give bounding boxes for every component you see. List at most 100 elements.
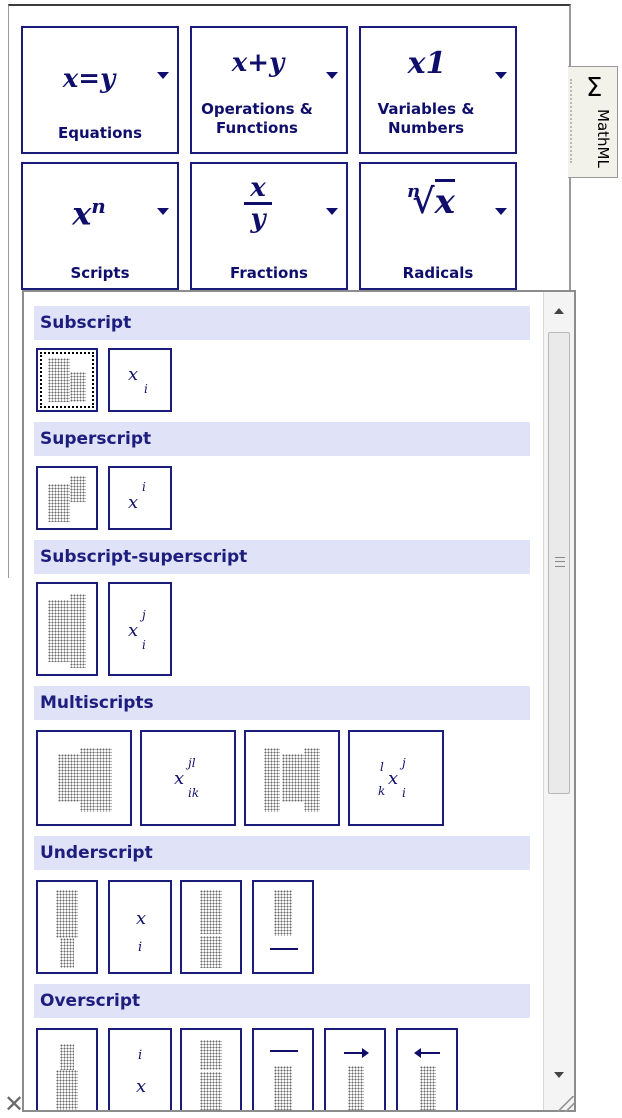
superscript-template-button[interactable] — [36, 466, 98, 530]
operations-functions-label: Operations & Functions — [201, 100, 313, 137]
fractions-button[interactable]: x y Fractions — [190, 162, 348, 290]
placeholder-box — [200, 890, 222, 934]
scripts-glyph-base: x — [72, 194, 92, 233]
placeholder-box — [48, 358, 70, 402]
overscript-template-button[interactable] — [36, 1028, 98, 1110]
left-arrow-over-template-button[interactable] — [396, 1028, 458, 1110]
base-x: x — [136, 1076, 147, 1097]
overbar-template-button[interactable] — [252, 1028, 314, 1110]
placeholder-box — [70, 372, 86, 402]
right-arrowhead-icon — [362, 1048, 369, 1058]
presup-l: l — [380, 760, 384, 774]
radicals-glyph: n√x — [361, 179, 493, 222]
placeholder-box — [200, 1072, 222, 1110]
sub-i: i — [144, 382, 148, 396]
grip-icon — [555, 557, 565, 567]
scroll-up-button[interactable] — [544, 296, 574, 326]
chevron-down-icon — [495, 72, 507, 79]
section-header-multiscripts: Multiscripts — [34, 686, 530, 720]
underbar-template-button[interactable] — [252, 880, 314, 974]
resize-grip-icon[interactable] — [558, 1096, 574, 1112]
section-header-subscript: Subscript — [34, 306, 530, 340]
section-header-superscript: Superscript — [34, 422, 530, 456]
variables-numbers-button[interactable]: x1 Variables & Numbers — [359, 26, 517, 154]
underbar-icon — [270, 948, 298, 950]
scrollbar-thumb[interactable] — [548, 332, 570, 794]
base-x: x — [128, 364, 139, 385]
placeholder-box — [420, 1066, 436, 1110]
subscript-example-button[interactable]: x i — [108, 348, 172, 412]
underscript-template-button[interactable] — [36, 880, 98, 974]
chevron-down-icon — [157, 72, 169, 79]
sigma-icon: Σ — [586, 73, 603, 103]
drag-grip-icon[interactable] — [570, 79, 586, 163]
base-x: x — [136, 908, 147, 929]
placeholder-box — [348, 1066, 364, 1110]
close-icon[interactable]: ✕ — [4, 1092, 24, 1116]
right-arrow-over-template-button[interactable] — [324, 1028, 386, 1110]
scripts-glyph: xn — [23, 194, 155, 233]
multiscripts-template-button[interactable] — [36, 730, 132, 826]
placeholder-box — [70, 476, 86, 502]
overbar-icon — [270, 1050, 298, 1052]
placeholder-box — [48, 484, 70, 522]
underscript-stacked-template-button[interactable] — [180, 880, 242, 974]
radical-index: n — [407, 180, 421, 202]
placeholder-box — [274, 1066, 292, 1110]
prescripts-template-button[interactable] — [244, 730, 340, 826]
placeholder-box — [70, 594, 86, 668]
chevron-up-icon — [554, 308, 564, 314]
prescripts-example-button[interactable]: l k x j i — [348, 730, 444, 826]
base-x: x — [128, 492, 139, 513]
sup-jl: jl — [188, 756, 196, 770]
presub-k: k — [378, 784, 386, 798]
placeholder-box — [304, 748, 320, 812]
section-header-underscript: Underscript — [34, 836, 530, 870]
subsup-example-button[interactable]: x j i — [108, 582, 172, 676]
left-arrowhead-icon — [414, 1048, 421, 1058]
mathml-tab[interactable]: Σ MathML — [568, 66, 618, 178]
superscript-example-button[interactable]: x i — [108, 466, 172, 530]
placeholder-box — [80, 748, 96, 812]
sub-i: i — [402, 786, 406, 800]
placeholder-box — [58, 754, 80, 802]
overscript-example-button[interactable]: i x — [108, 1028, 172, 1110]
fraction-numerator: x — [250, 173, 266, 203]
base-x: x — [388, 768, 399, 789]
scripts-glyph-sup: n — [91, 194, 106, 218]
chevron-down-icon — [554, 1072, 564, 1078]
scroll-down-button[interactable] — [544, 1060, 574, 1090]
sup-j: j — [142, 608, 146, 622]
subsup-template-button[interactable] — [36, 582, 98, 676]
subscript-template-button[interactable] — [36, 348, 98, 412]
section-header-overscript: Overscript — [34, 984, 530, 1018]
overscript-stacked-template-button[interactable] — [180, 1028, 242, 1110]
base-x: x — [174, 768, 185, 789]
operations-functions-button[interactable]: x+y Operations & Functions — [190, 26, 348, 154]
scripts-button[interactable]: xn Scripts — [21, 162, 179, 290]
left-arrow-icon — [418, 1052, 440, 1054]
vertical-scrollbar[interactable] — [543, 292, 574, 1110]
equations-label: Equations — [57, 124, 142, 142]
under-i: i — [138, 940, 143, 955]
underscript-example-button[interactable]: x i — [108, 880, 172, 974]
placeholder-box — [200, 936, 222, 968]
multiscripts-example-button[interactable]: x jl ik — [140, 730, 236, 826]
over-i: i — [138, 1048, 143, 1063]
base-x: x — [128, 620, 139, 641]
placeholder-box — [48, 600, 70, 662]
chevron-down-icon — [495, 208, 507, 215]
sub-i: i — [142, 638, 146, 652]
operations-glyph: x+y — [231, 48, 285, 78]
section-header-subscript-superscript: Subscript-superscript — [34, 540, 530, 574]
radicals-label: Radicals — [402, 264, 474, 282]
scripts-dropdown-panel: Subscript x i Superscript x i Subscript-… — [22, 290, 576, 1112]
placeholder-box — [282, 754, 304, 802]
radicals-button[interactable]: n√x Radicals — [359, 162, 517, 290]
placeholder-box — [274, 890, 292, 936]
placeholder-box — [96, 748, 112, 812]
equations-button[interactable]: x=y Equations — [21, 26, 179, 154]
placeholder-box — [60, 1044, 74, 1070]
scripts-label: Scripts — [70, 264, 130, 282]
fraction-denominator: y — [250, 204, 266, 234]
